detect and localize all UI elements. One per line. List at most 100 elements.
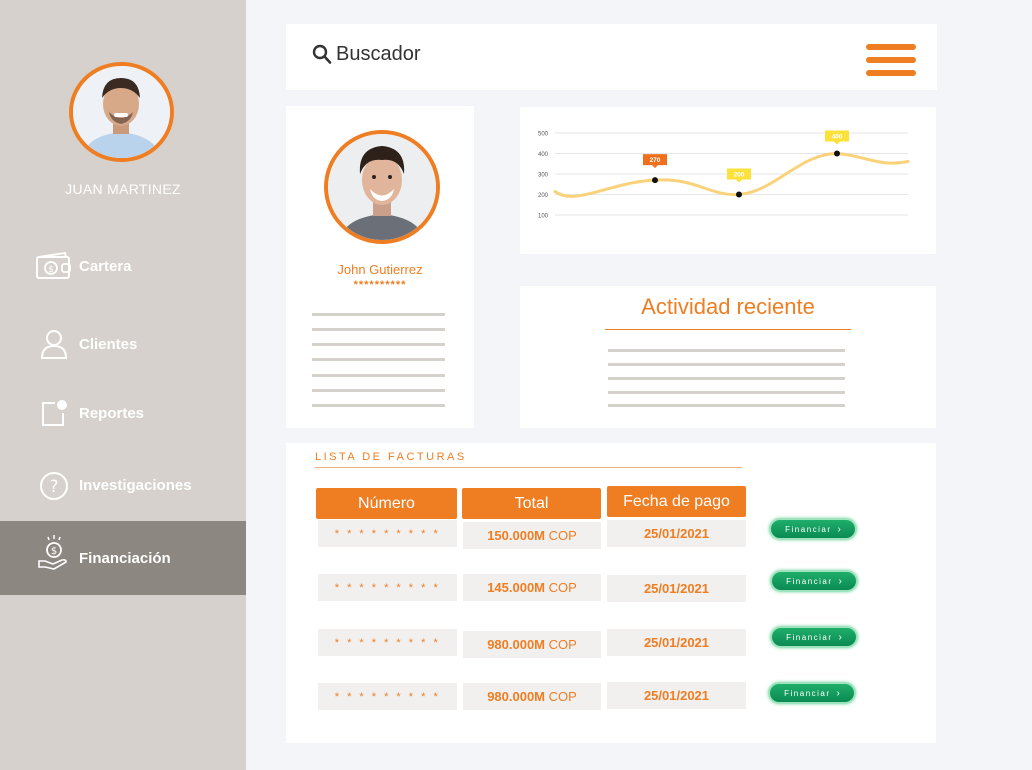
invoice-total: 145.000M COP: [463, 574, 601, 601]
user-avatar[interactable]: [69, 62, 174, 162]
nav-label: Cartera: [79, 257, 132, 275]
nav-label: Financiación: [79, 550, 171, 567]
invoice-amount: 980.000M: [487, 689, 546, 704]
search-label[interactable]: Buscador: [336, 43, 421, 66]
data-label-pointer: [834, 141, 840, 145]
profile-image: [328, 134, 436, 240]
column-header-fecha: Fecha de pago: [607, 486, 746, 517]
placeholder-line: [608, 391, 845, 394]
user-name: JUAN MARTINEZ: [65, 181, 181, 197]
data-point: [652, 177, 658, 184]
invoice-currency: COP: [548, 689, 577, 704]
profile-card: John Gutierrez **********: [286, 106, 474, 428]
chevron-right-icon: ›: [838, 575, 842, 587]
data-label: 270: [650, 157, 661, 164]
activity-card: Actividad reciente: [520, 286, 936, 428]
chevron-right-icon: ›: [837, 523, 841, 535]
nav-item-clientes[interactable]: Clientes: [0, 324, 246, 364]
data-label-pointer: [652, 165, 658, 169]
nav-label: Reportes: [79, 404, 145, 422]
invoice-total: 980.000M COP: [463, 683, 601, 710]
invoice-number: * * * * * * * * *: [318, 629, 457, 656]
svg-text:?: ?: [49, 477, 58, 497]
report-icon: [34, 395, 74, 431]
placeholder-line: [312, 328, 445, 331]
button-label: Financiar: [786, 576, 833, 586]
invoice-number: * * * * * * * * *: [318, 574, 457, 601]
invoices-title: LISTA DE FACTURAS: [315, 451, 467, 463]
nav-label: Clientes: [79, 335, 138, 353]
hand-coin-icon: $: [34, 535, 74, 571]
nav-item-financiacion[interactable]: $ Financiación: [0, 521, 246, 595]
financiar-button[interactable]: Financiar ›: [770, 626, 858, 648]
invoice-date: 25/01/2021: [607, 629, 746, 656]
button-label: Financiar: [785, 524, 832, 534]
placeholder-line: [312, 404, 445, 407]
data-point: [834, 150, 840, 157]
search-bar[interactable]: Buscador: [286, 24, 937, 90]
placeholder-line: [608, 377, 845, 380]
chevron-right-icon: ›: [836, 687, 840, 699]
invoice-amount: 150.000M: [487, 528, 546, 543]
placeholder-line: [608, 349, 845, 352]
title-underline: [605, 329, 851, 330]
financiar-button[interactable]: Financiar ›: [769, 518, 857, 540]
nav-item-investigaciones[interactable]: ? Investigaciones: [0, 466, 246, 506]
invoice-total: 980.000M COP: [463, 631, 601, 658]
chevron-right-icon: ›: [838, 631, 842, 643]
line-chart: 500 400 300 200 100 270 200 400: [538, 130, 910, 220]
placeholder-line: [312, 389, 445, 392]
y-tick-label: 300: [538, 173, 549, 179]
svg-text:$: $: [48, 265, 54, 275]
financiar-button[interactable]: Financiar ›: [770, 570, 858, 592]
svg-text:$: $: [51, 546, 57, 557]
chart-card: 500 400 300 200 100 270 200 400: [520, 107, 936, 254]
column-header-numero: Número: [316, 488, 457, 519]
title-underline: [315, 467, 742, 468]
placeholder-line: [312, 343, 445, 346]
invoice-number: * * * * * * * * *: [318, 520, 457, 547]
question-icon: ?: [34, 468, 74, 504]
data-label-pointer: [736, 179, 742, 183]
y-tick-label: 400: [538, 152, 549, 158]
invoice-date: 25/01/2021: [607, 520, 746, 547]
user-icon: [34, 326, 74, 362]
avatar-image: [73, 66, 170, 158]
profile-masked-text: **********: [353, 279, 407, 291]
invoice-currency: COP: [548, 528, 577, 543]
nav-label: Investigaciones: [79, 477, 192, 494]
sidebar: JUAN MARTINEZ $ Cartera Clientes Reporte…: [0, 0, 246, 770]
profile-avatar[interactable]: [324, 130, 440, 244]
invoice-currency: COP: [548, 580, 577, 595]
data-label: 200: [734, 172, 745, 179]
financiar-button[interactable]: Financiar ›: [768, 682, 856, 704]
invoice-total: 150.000M COP: [463, 522, 601, 549]
wallet-icon: $: [34, 248, 74, 284]
invoice-number: * * * * * * * * *: [318, 683, 457, 710]
profile-name: John Gutierrez: [337, 262, 423, 277]
placeholder-line: [312, 313, 445, 316]
button-label: Financiar: [784, 688, 831, 698]
invoice-date: 25/01/2021: [607, 682, 746, 709]
column-header-total: Total: [462, 488, 601, 519]
invoices-card: LISTA DE FACTURAS Número Total Fecha de …: [286, 443, 936, 743]
invoice-amount: 980.000M: [487, 637, 546, 652]
invoice-amount: 145.000M: [487, 580, 546, 595]
placeholder-line: [312, 374, 445, 377]
y-tick-label: 100: [538, 214, 549, 220]
y-tick-label: 500: [538, 132, 549, 138]
data-point: [736, 191, 742, 198]
menu-icon[interactable]: [866, 44, 916, 78]
invoice-date: 25/01/2021: [607, 575, 746, 602]
button-label: Financiar: [786, 632, 833, 642]
nav-item-reportes[interactable]: Reportes: [0, 393, 246, 433]
placeholder-line: [312, 358, 445, 361]
activity-title: Actividad reciente: [641, 294, 815, 319]
placeholder-line: [608, 404, 845, 407]
y-tick-label: 200: [538, 193, 549, 199]
data-label: 400: [832, 134, 843, 141]
nav-item-cartera[interactable]: $ Cartera: [0, 246, 246, 286]
search-icon[interactable]: [312, 44, 332, 66]
placeholder-line: [608, 363, 845, 366]
invoice-currency: COP: [548, 637, 577, 652]
